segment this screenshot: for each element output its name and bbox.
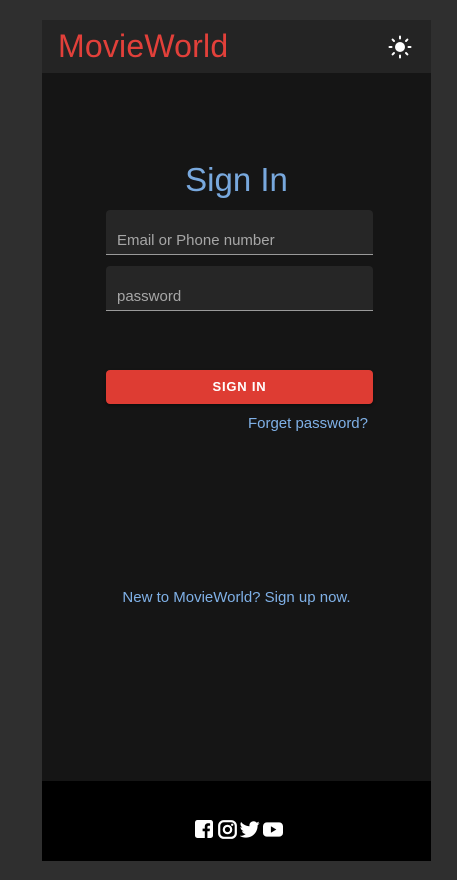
sign-in-button[interactable]: SIGN IN (106, 370, 373, 404)
instagram-link[interactable] (217, 819, 237, 839)
forgot-password-link[interactable]: Forget password? (248, 415, 368, 433)
password-input[interactable] (106, 266, 373, 310)
email-field[interactable] (106, 210, 373, 255)
sun-icon (388, 35, 412, 59)
app-footer (42, 781, 431, 861)
social-links (194, 819, 283, 839)
youtube-link[interactable] (263, 819, 283, 839)
theme-toggle-button[interactable] (386, 33, 414, 61)
facebook-link[interactable] (194, 819, 214, 839)
facebook-icon (195, 820, 213, 838)
email-input[interactable] (106, 210, 373, 254)
brand-logo[interactable]: MovieWorld (58, 26, 228, 66)
app-header: MovieWorld (42, 20, 431, 73)
twitter-icon (240, 820, 260, 838)
password-field[interactable] (106, 266, 373, 311)
app-container: MovieWorld Sign In SIGN IN (42, 20, 431, 861)
youtube-icon (263, 821, 283, 837)
sign-up-link[interactable]: New to MovieWorld? Sign up now. (42, 589, 431, 607)
twitter-link[interactable] (240, 819, 260, 839)
instagram-icon (217, 819, 237, 839)
page-title: Sign In (185, 161, 288, 198)
